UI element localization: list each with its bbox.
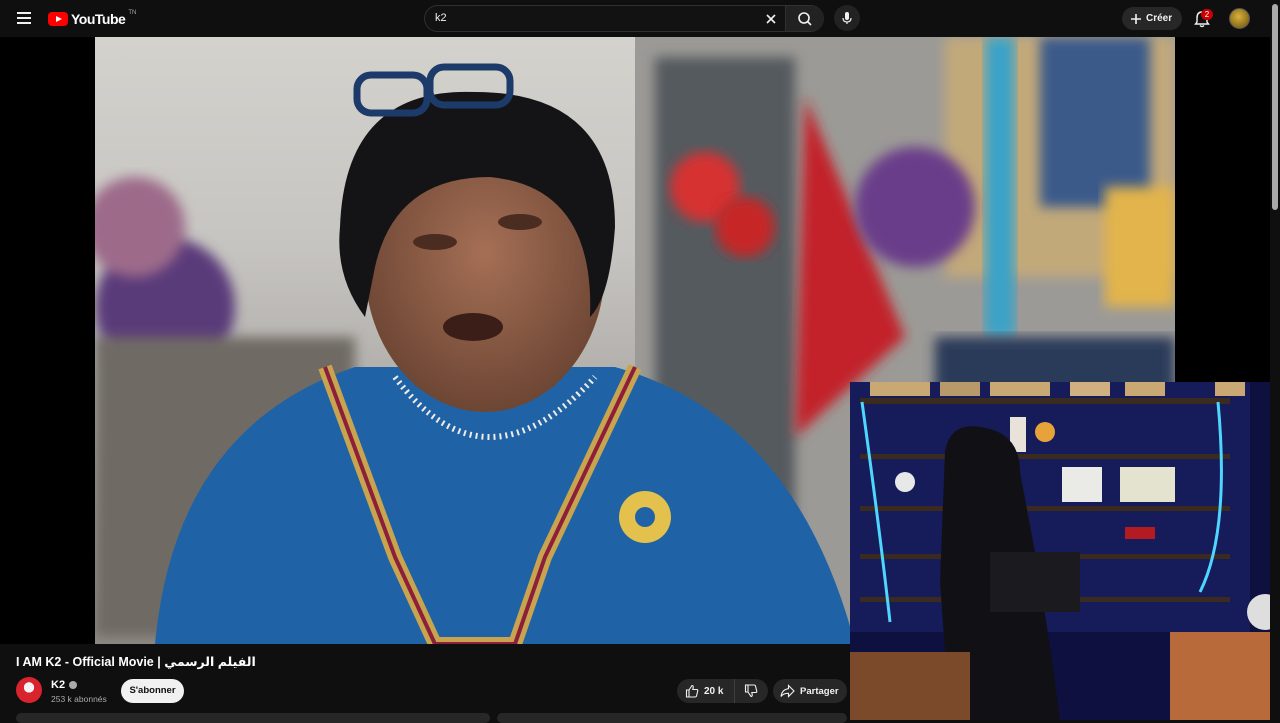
share-icon (780, 684, 795, 698)
share-label: Partager (800, 685, 839, 697)
description-panel[interactable] (16, 713, 490, 723)
overlay-frame (850, 382, 1280, 720)
plus-icon (1131, 13, 1141, 24)
youtube-play-icon (48, 12, 68, 26)
voice-search-button[interactable] (834, 5, 860, 31)
subscribe-button[interactable]: S'abonner (121, 679, 184, 703)
logo-text: YouTube (71, 11, 126, 27)
like-button[interactable]: 20 k (677, 679, 735, 703)
search-button[interactable] (785, 6, 824, 31)
search-input[interactable]: k2 (435, 12, 447, 24)
close-icon[interactable] (762, 10, 780, 28)
thumbs-down-icon (744, 684, 758, 698)
youtube-logo[interactable]: YouTube TN (48, 10, 136, 28)
channel-avatar[interactable] (16, 677, 42, 703)
share-button[interactable]: Partager (773, 679, 847, 703)
search-box[interactable]: k2 (424, 5, 824, 32)
logo-country-code: TN (128, 10, 137, 16)
account-avatar[interactable] (1229, 8, 1250, 29)
scrollbar-thumb[interactable] (1272, 4, 1278, 210)
mic-icon (842, 12, 852, 24)
menu-icon[interactable] (14, 8, 34, 28)
comments-panel[interactable] (497, 713, 847, 723)
video-title: I AM K2 - Official Movie | الفيلم الرسمي (16, 655, 256, 669)
dislike-button[interactable] (735, 679, 767, 703)
like-dislike-group: 20 k (677, 679, 768, 703)
verified-icon (69, 681, 78, 689)
notification-badge: 2 (1201, 9, 1213, 20)
channel-name-text: K2 (51, 679, 66, 691)
channel-name[interactable]: K2 (51, 679, 78, 691)
create-button[interactable]: Créer (1122, 7, 1182, 30)
create-label: Créer (1146, 13, 1173, 24)
streamer-overlay[interactable] (850, 382, 1280, 720)
search-icon (798, 11, 812, 26)
subscriber-count: 253 k abonnés (51, 694, 107, 704)
like-count: 20 k (704, 685, 724, 697)
thumbs-up-icon (685, 684, 699, 698)
